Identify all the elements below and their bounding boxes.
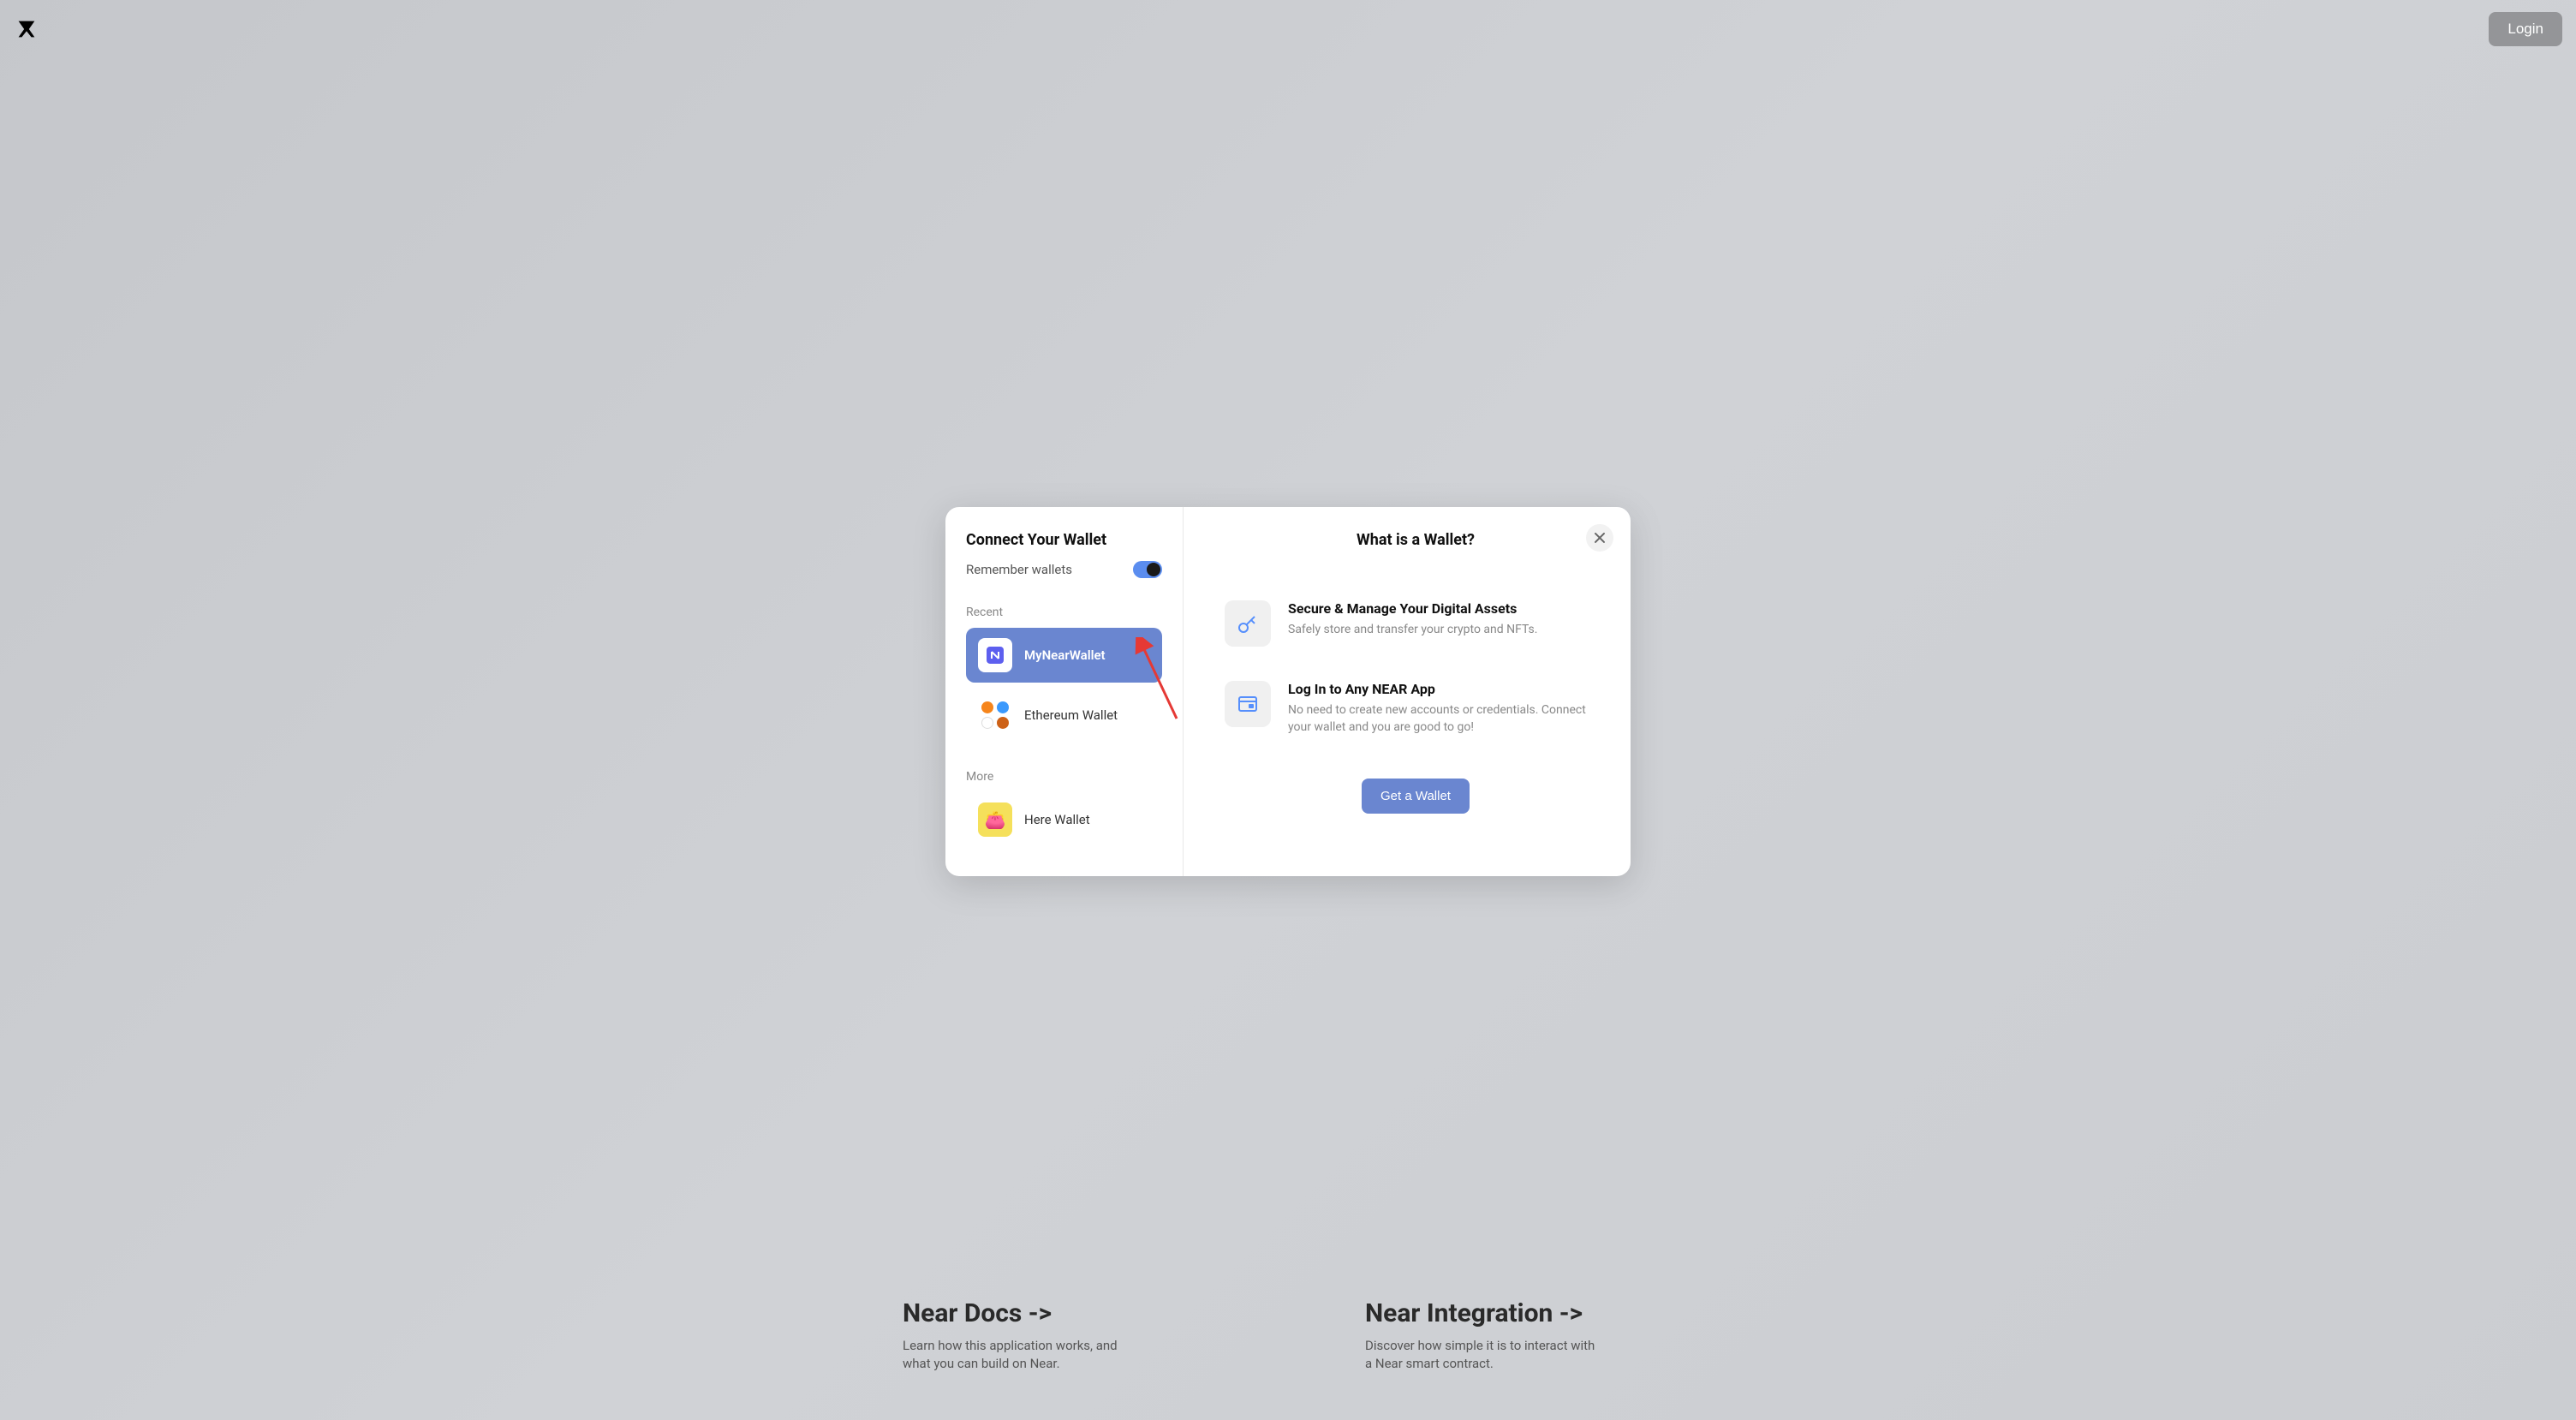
- remember-label: Remember wallets: [966, 562, 1072, 577]
- near-docs-card[interactable]: Near Docs -> Learn how this application …: [903, 1298, 1211, 1373]
- feature-secure: Secure & Manage Your Digital Assets Safe…: [1225, 600, 1607, 647]
- toggle-handle: [1147, 563, 1160, 576]
- close-button[interactable]: [1586, 524, 1613, 552]
- wallet-name-label: Here Wallet: [1024, 812, 1090, 827]
- mynearwallet-icon: [978, 638, 1012, 672]
- connect-wallet-modal: Connect Your Wallet Remember wallets Rec…: [945, 507, 1631, 876]
- key-icon: [1225, 600, 1271, 647]
- cards-row: Near Docs -> Learn how this application …: [903, 1298, 1673, 1373]
- wallet-name-label: MyNearWallet: [1024, 647, 1106, 663]
- card-desc: Discover how simple it is to interact wi…: [1365, 1337, 1605, 1373]
- ethereum-wallet-icon: [978, 698, 1012, 732]
- near-integration-card[interactable]: Near Integration -> Discover how simple …: [1365, 1298, 1673, 1373]
- feature-desc: No need to create new accounts or creden…: [1288, 702, 1607, 736]
- what-is-wallet-title: What is a Wallet?: [1225, 531, 1607, 549]
- close-icon: [1594, 532, 1606, 544]
- card-title: Near Integration ->: [1365, 1298, 1673, 1328]
- near-logo-icon: [14, 16, 39, 42]
- app-window-icon: [1225, 681, 1271, 727]
- wallet-name-label: Ethereum Wallet: [1024, 707, 1118, 723]
- card-desc: Learn how this application works, and wh…: [903, 1337, 1142, 1373]
- feature-title: Log In to Any NEAR App: [1288, 681, 1607, 697]
- wallet-item-here[interactable]: 👛 Here Wallet: [966, 792, 1162, 847]
- wallet-item-mynearwallet[interactable]: MyNearWallet: [966, 628, 1162, 683]
- here-wallet-icon: 👛: [978, 802, 1012, 837]
- header: Login: [0, 0, 2576, 58]
- feature-desc: Safely store and transfer your crypto an…: [1288, 622, 1607, 639]
- recent-section-label: Recent: [966, 606, 1162, 619]
- remember-wallets-row: Remember wallets: [966, 561, 1162, 578]
- remember-toggle[interactable]: [1133, 561, 1162, 578]
- feature-title: Secure & Manage Your Digital Assets: [1288, 600, 1607, 617]
- wallet-item-ethereum[interactable]: Ethereum Wallet: [966, 688, 1162, 743]
- login-button[interactable]: Login: [2489, 12, 2562, 46]
- get-wallet-button[interactable]: Get a Wallet: [1362, 779, 1470, 814]
- modal-right-panel: What is a Wallet? Secure & Manage Your D…: [1184, 507, 1631, 876]
- card-title: Near Docs ->: [903, 1298, 1211, 1328]
- modal-left-panel: Connect Your Wallet Remember wallets Rec…: [945, 507, 1184, 876]
- connect-title: Connect Your Wallet: [966, 531, 1162, 549]
- feature-login: Log In to Any NEAR App No need to create…: [1225, 681, 1607, 736]
- more-section-label: More: [966, 770, 1162, 784]
